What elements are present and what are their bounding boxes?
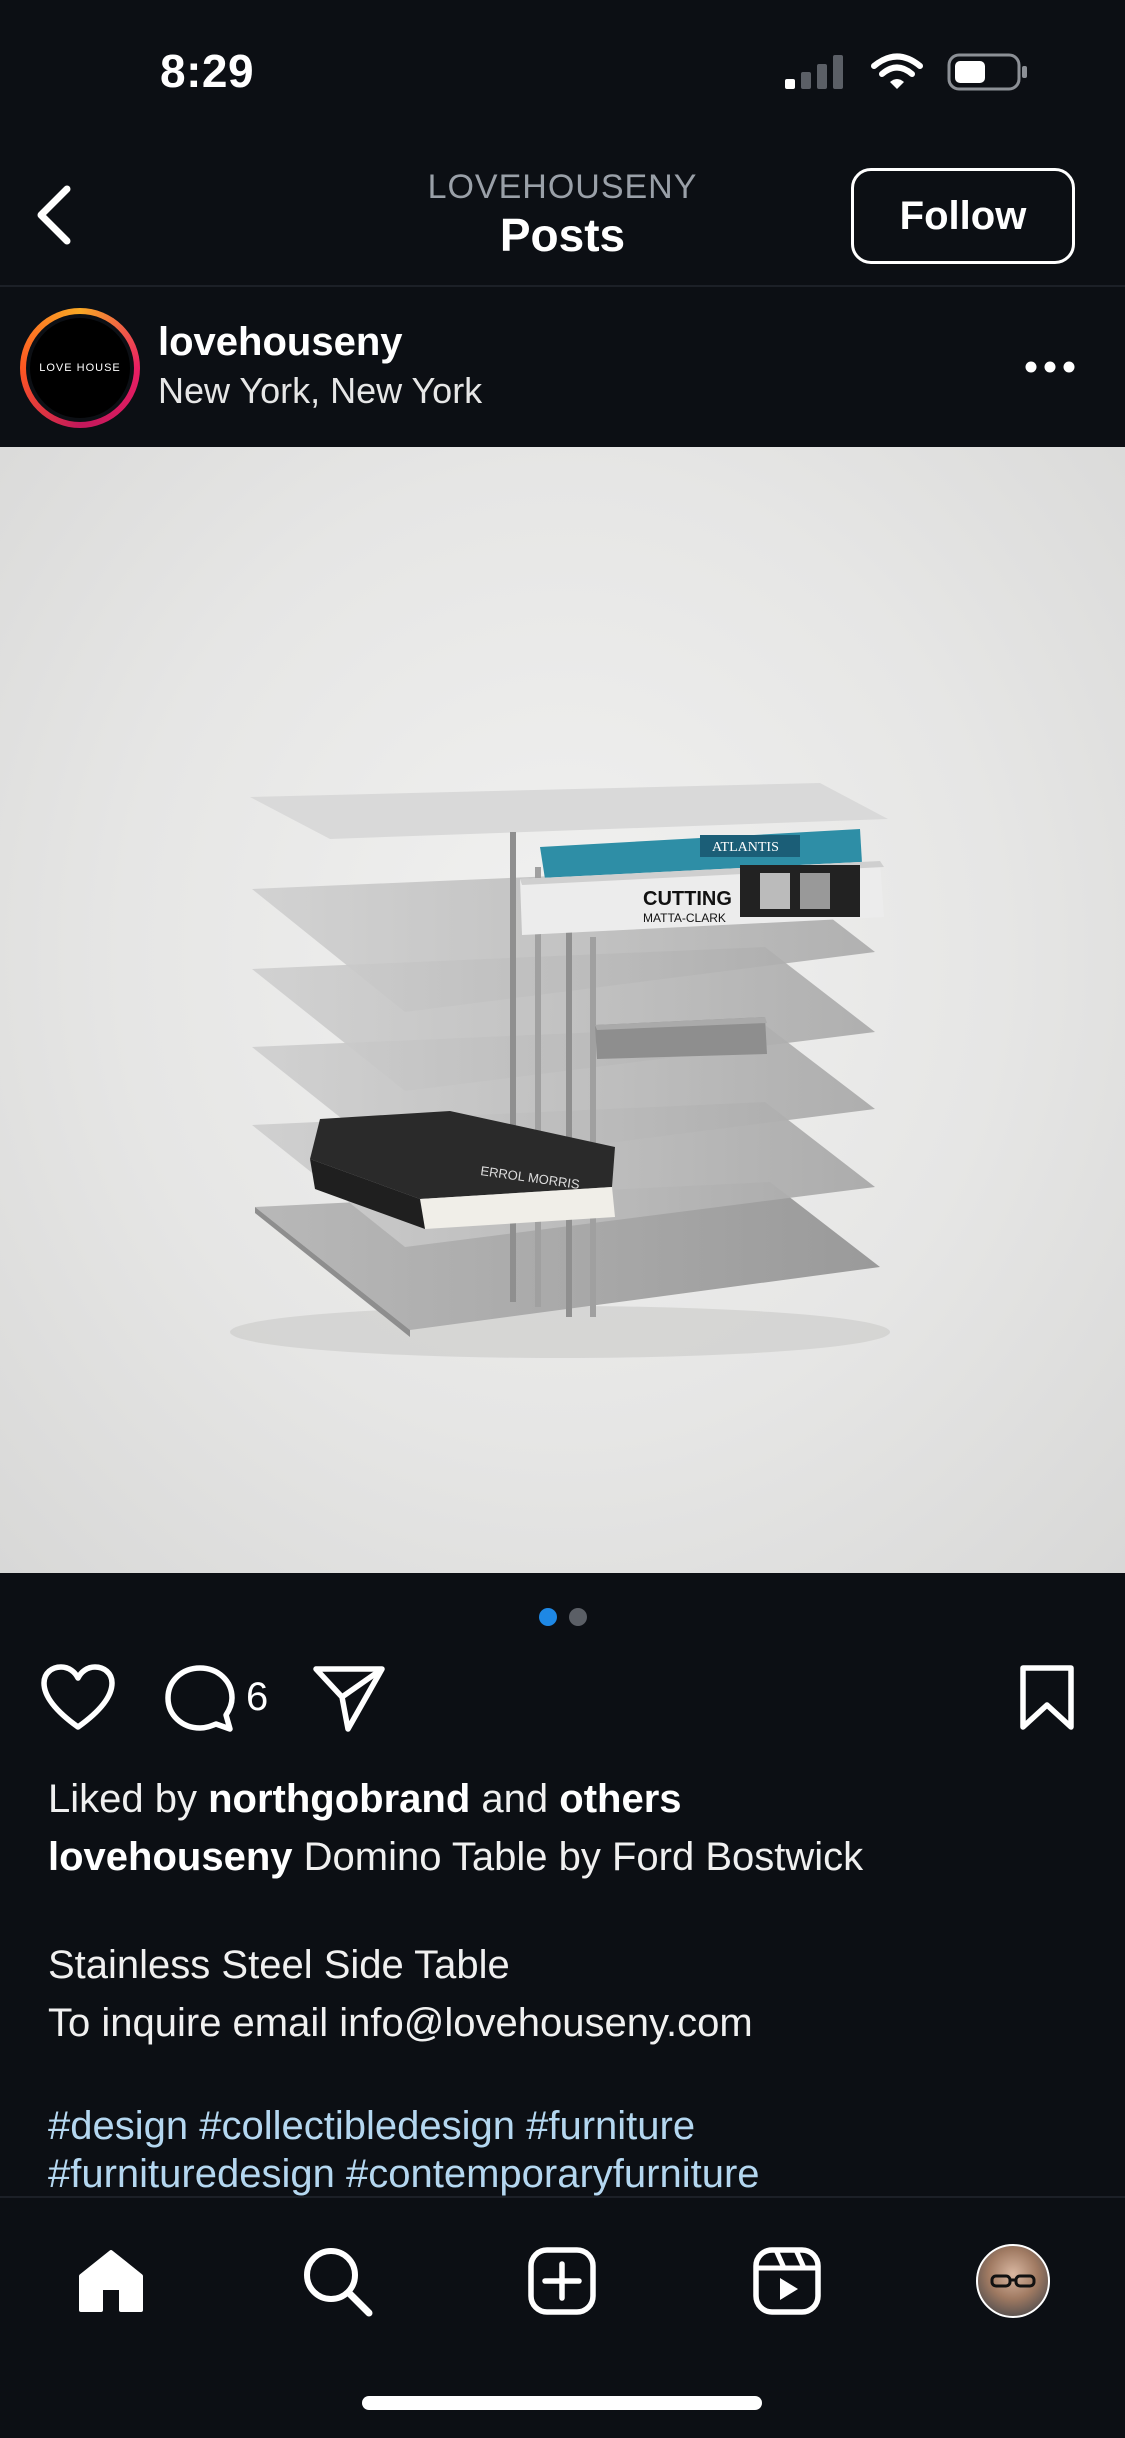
bookmark-icon [1020,1665,1074,1730]
avatar-logo-text: LOVE HOUSE [30,318,130,418]
comment-button[interactable] [164,1663,236,1740]
heart-icon [41,1664,115,1730]
status-icons [785,52,1029,92]
tab-search[interactable] [292,2236,382,2326]
home-icon [79,2250,143,2312]
liked-by-line: Liked by northgobrand and others [48,1777,682,1821]
profile-avatar [976,2244,1050,2318]
book-atlantis-title: ATLANTIS [712,840,779,855]
book-cutting-title: CUTTING [643,888,732,910]
post-location[interactable]: New York, New York [158,370,482,412]
domino-table-illustration: ATLANTIS CUTTING MATTA-CLARK ERROL MORRI… [230,783,890,1358]
comment-icon [165,1665,235,1732]
paper-plane-icon [313,1666,385,1732]
tab-reels[interactable] [742,2236,832,2326]
profile-face-icon [990,2274,1036,2288]
caption-line-3: To inquire email info@lovehouseny.com [48,2001,753,2045]
post-header: LOVE HOUSE lovehouseny New York, New Yor… [0,290,1125,446]
tab-profile[interactable] [968,2236,1058,2326]
carousel-dot-2 [568,1608,587,1626]
post-actions: 6 [0,1655,1125,1745]
post-username[interactable]: lovehouseny [158,320,403,365]
battery-icon [947,53,1027,91]
more-horizontal-icon [1025,361,1075,373]
reels-icon [753,2247,821,2315]
save-button[interactable] [1018,1663,1076,1738]
carousel-dot-1 [538,1608,557,1626]
liked-by-others[interactable]: others [559,1777,681,1821]
hashtags-line-1[interactable]: #design #collectibledesign #furniture [48,2102,1088,2150]
wifi-icon [871,53,923,89]
like-button[interactable] [40,1663,116,1738]
status-bar: 8:29 [0,0,1125,150]
liked-by-username[interactable]: northgobrand [208,1777,470,1821]
caption-line-2: Stainless Steel Side Table [48,1943,510,1987]
home-indicator [362,2396,762,2410]
post-image[interactable]: ATLANTIS CUTTING MATTA-CLARK ERROL MORRI… [0,447,1125,1573]
tab-create[interactable] [517,2236,607,2326]
caption-line-1: lovehouseny Domino Table by Ford Bostwic… [48,1835,864,1879]
comment-count: 6 [246,1675,269,1719]
search-icon [304,2248,373,2317]
hashtags-line-2[interactable]: #furnituredesign #contemporaryfurniture [48,2150,1088,2198]
posts-header: LOVEHOUSENY Posts Follow [0,150,1125,287]
more-options-button[interactable] [1015,342,1085,392]
book-cutting-author: MATTA-CLARK [643,911,726,925]
share-button[interactable] [312,1663,386,1738]
tab-home[interactable] [66,2236,156,2326]
carousel-indicator [0,1608,1125,1628]
follow-button[interactable]: Follow [851,168,1075,264]
cellular-signal-icon [785,55,843,89]
plus-square-icon [528,2247,596,2315]
post-caption: Liked by northgobrand and others lovehou… [48,1770,1088,2198]
caption-username[interactable]: lovehouseny [48,1835,293,1879]
story-avatar[interactable]: LOVE HOUSE [20,308,140,428]
status-time: 8:29 [160,45,255,97]
